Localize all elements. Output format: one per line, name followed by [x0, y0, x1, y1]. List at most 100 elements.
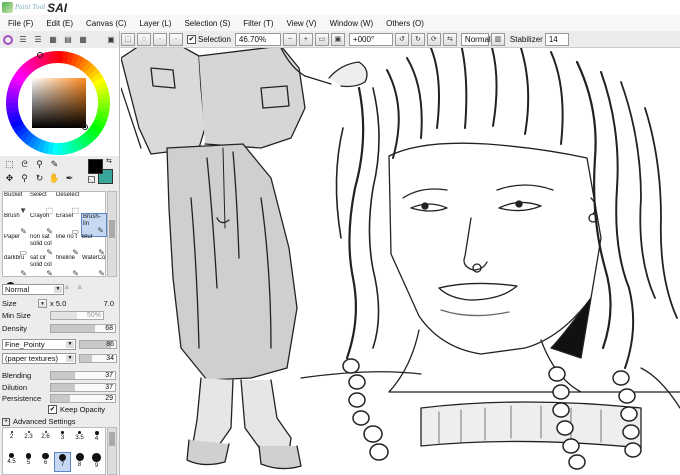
brush-size-label: 9 — [94, 462, 99, 469]
texture-slider[interactable]: 34 — [79, 354, 117, 363]
brush-shape-select[interactable]: Fine_Pointy ▼ — [2, 339, 76, 350]
brush-size-slot-9[interactable]: 7 — [54, 452, 71, 472]
transparent-color-icon[interactable] — [88, 176, 95, 183]
brush-slot-14[interactable]: fineline ✎ — [55, 255, 81, 279]
blending-slider[interactable]: 37 — [50, 371, 116, 380]
flip-horizontal-icon[interactable]: ⇆ — [442, 32, 457, 46]
brush-slot-label: Crayon — [30, 213, 50, 219]
brush-size-slot-8[interactable]: 6 — [37, 452, 54, 472]
rgb-slider-mode-icon[interactable]: ☰ — [17, 35, 29, 45]
selection-toggle[interactable]: ✔ Selection — [187, 34, 231, 44]
artwork-sketch — [121, 48, 680, 470]
brush-shape-strength: 86 — [106, 341, 114, 348]
advanced-settings-row[interactable]: + Advanced Settings — [2, 416, 76, 427]
brush-slot-label: Eraser — [56, 213, 74, 219]
brush-size-slot-11[interactable]: 9 — [88, 452, 105, 472]
brush-slot-label: darkbru — [4, 255, 25, 261]
magic-wand-icon[interactable]: ⚲ — [33, 158, 46, 171]
rotate-cw-icon[interactable]: ↻ — [410, 32, 425, 46]
rotate-reset-icon[interactable]: ⟳ — [426, 32, 441, 46]
brush-size-slot-3[interactable]: 3 — [54, 430, 71, 450]
hand-icon[interactable]: ✋ — [48, 172, 61, 185]
drawing-canvas[interactable] — [121, 48, 680, 475]
dilution-slider[interactable]: 37 — [50, 383, 116, 392]
menu-item-7[interactable]: Window (W) — [322, 19, 379, 28]
persistence-slider[interactable]: 29 — [50, 394, 116, 403]
rect-select-icon[interactable]: ⬚ — [3, 158, 16, 171]
hsv-slider-mode-icon[interactable]: ☰ — [32, 35, 44, 45]
dilution-row: Dilution 37 — [2, 382, 118, 393]
tip-preset-4-icon[interactable]: ▲ — [76, 282, 84, 291]
brush-size-slot-4[interactable]: 3.5 — [71, 430, 88, 450]
palette-mode-icon[interactable]: ▦ — [77, 35, 89, 45]
brush-slot-label: WaterCo — [82, 255, 106, 261]
layer-option-icon[interactable]: ▥ — [490, 32, 505, 46]
color-wheel-icon[interactable] — [0, 48, 120, 156]
texture-select[interactable]: (paper textures) ▼ — [2, 353, 76, 364]
brush-size-slot-5[interactable]: 4 — [88, 430, 105, 450]
color-wheel-mode-icon[interactable] — [2, 34, 14, 45]
swatches-mode-icon[interactable]: ▦ — [47, 35, 59, 45]
lasso-tool-icon[interactable]: ◌ — [137, 32, 151, 46]
size-multiplier-dropdown[interactable]: ▼ — [38, 299, 47, 308]
zoom-fit-button[interactable]: ▣ — [330, 32, 345, 46]
zoom-reset-button[interactable]: ▭ — [314, 32, 329, 46]
stabilizer-field[interactable]: 14 — [544, 32, 569, 46]
menu-item-6[interactable]: View (V) — [278, 19, 321, 28]
menu-item-5[interactable]: Filter (T) — [235, 19, 278, 28]
zoom-icon[interactable]: ⚲ — [18, 172, 31, 185]
brush-slot-13[interactable]: sat cir solid col ✎ — [29, 255, 55, 279]
brush-grid-scrollbar[interactable] — [107, 191, 117, 277]
menu-item-0[interactable]: File (F) — [0, 19, 38, 28]
select-tool-icon[interactable]: ⬚ — [121, 32, 135, 46]
pipette-icon[interactable]: ✒ — [63, 172, 76, 185]
size-value[interactable]: 7.0 — [104, 299, 118, 308]
brush-size-dot-icon — [44, 431, 47, 433]
size-multiplier-value[interactable]: x 5.0 — [50, 299, 88, 308]
color-wheel-area — [0, 48, 120, 156]
min-size-slider[interactable]: 50% — [50, 311, 104, 320]
brush-slot-15[interactable]: WaterCo ✎ — [81, 255, 107, 279]
rotation-field[interactable]: +000° — [348, 32, 393, 46]
move-icon[interactable]: ✥ — [3, 172, 16, 185]
lasso-icon[interactable]: ᘓ — [18, 158, 31, 171]
brush-slot-12[interactable]: darkbru ✎ — [3, 255, 29, 279]
deselect-button[interactable]: ▫ — [153, 32, 167, 46]
menu-item-1[interactable]: Edit (E) — [38, 19, 78, 28]
brush-size-dot-icon — [92, 453, 101, 462]
panel-menu-icon[interactable]: ▣ — [105, 35, 117, 45]
brush-shape-slider[interactable]: 86 — [79, 340, 117, 349]
density-slider[interactable]: 68 — [50, 324, 116, 333]
selection-label: Selection — [198, 34, 231, 44]
zoom-out-button[interactable]: − — [282, 32, 297, 46]
brush-mode-select[interactable]: Normal ▼ — [2, 284, 64, 295]
eyedropper-icon[interactable]: ✎ — [48, 158, 61, 171]
app-logo-text: SAI — [47, 0, 68, 15]
brush-size-slot-7[interactable]: 5 — [20, 452, 37, 472]
swap-colors-icon[interactable]: ⇆ — [106, 157, 112, 165]
menu-item-2[interactable]: Canvas (C) — [78, 19, 131, 28]
rotate-ccw-icon[interactable]: ↺ — [394, 32, 409, 46]
expand-icon[interactable]: + — [2, 417, 10, 426]
brush-size-slot-2[interactable]: 2.6 — [37, 430, 54, 450]
scratchpad-mode-icon[interactable]: ▤ — [62, 35, 74, 45]
primary-color-swatch[interactable] — [88, 159, 103, 174]
menu-bar: File (F) Edit (E) Canvas (C) Layer (L) Selec… — [0, 15, 680, 31]
zoom-in-button[interactable]: + — [298, 32, 313, 46]
rotate-icon[interactable]: ↻ — [33, 172, 46, 185]
menu-item-3[interactable]: Layer (L) — [131, 19, 176, 28]
brush-size-slot-6[interactable]: 4.5 — [3, 452, 20, 472]
invert-selection-button[interactable]: ▫ — [169, 32, 183, 46]
selection-checkbox[interactable]: ✔ — [187, 34, 196, 44]
zoom-field[interactable]: 46.70% — [234, 32, 281, 46]
brush-size-slot-1[interactable]: 2.3 — [20, 430, 37, 450]
tip-preset-3-icon[interactable]: ▲ — [63, 282, 71, 291]
blend-mode-field[interactable]: Normal — [460, 32, 491, 46]
brush-size-slot-0[interactable]: 2 — [3, 430, 20, 450]
menu-item-4[interactable]: Selection (S) — [176, 19, 235, 28]
brush-size-scrollbar[interactable] — [107, 427, 117, 475]
brush-size-slot-10[interactable]: 8 — [71, 452, 88, 472]
keep-opacity-checkbox[interactable]: ✔ — [48, 405, 57, 414]
menu-item-8[interactable]: Others (O) — [378, 19, 429, 28]
dilution-value: 37 — [105, 384, 113, 391]
